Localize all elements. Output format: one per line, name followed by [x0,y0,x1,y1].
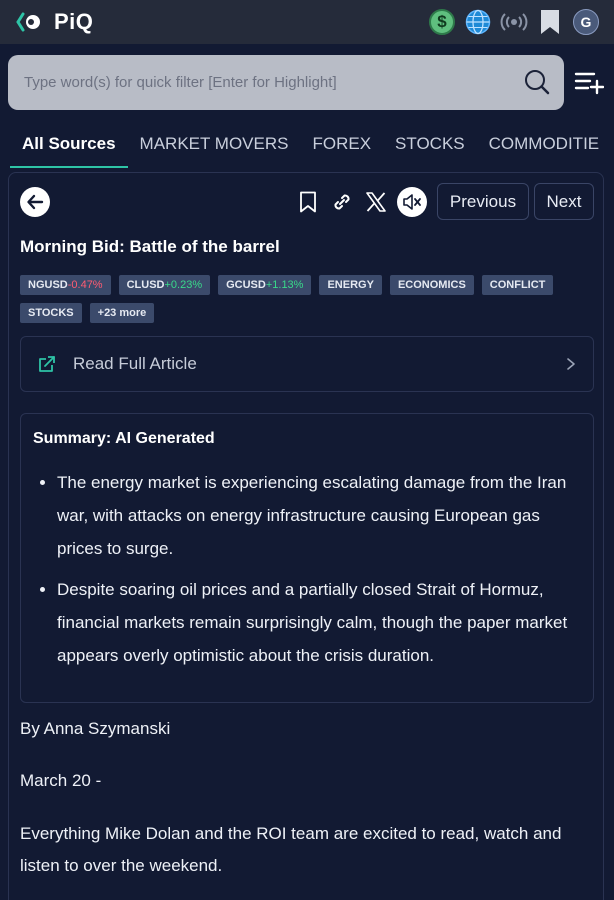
search-row [8,54,606,110]
logo-text: PiQ [54,9,94,34]
article-toolbar: Previous Next [19,183,595,223]
ticker-tag-gcusd[interactable]: GCUSD +1.13% [218,275,312,295]
summary-list: The energy market is experiencing escala… [33,466,581,672]
speaker-muted-icon [403,194,421,210]
search-icon[interactable] [524,69,550,95]
tag-economics[interactable]: ECONOMICS [389,275,474,295]
external-link-icon [39,356,55,372]
tab-all-sources[interactable]: All Sources [10,124,128,168]
article-title: Morning Bid: Battle of the barrel [20,237,280,256]
summary-bullet: Despite soaring oil prices and a partial… [57,573,581,672]
link-icon[interactable] [329,187,355,217]
globe-icon[interactable] [464,8,492,36]
bookmark-article-icon[interactable] [295,187,321,217]
bookmark-icon[interactable] [536,8,564,36]
more-tags-button[interactable]: +23 more [89,303,155,323]
ticker-tag-clusd[interactable]: CLUSD +0.23% [118,275,211,295]
app-logo[interactable]: PiQ [16,9,93,35]
tag-conflict[interactable]: CONFLICT [481,275,554,295]
tab-commodities[interactable]: COMMODITIE [477,124,612,168]
tag-list: NGUSD -0.47% CLUSD +0.23% GCUSD +1.13% ENER… [20,275,580,323]
next-button[interactable]: Next [534,183,594,220]
read-full-article-link[interactable]: Read Full Article [20,336,594,392]
ai-summary: Summary: AI Generated The energy market … [20,413,594,703]
tab-market-movers[interactable]: MARKET MOVERS [128,124,301,168]
broadcast-icon[interactable] [500,8,528,36]
chevron-right-icon [567,358,575,370]
ticker-tag-ngusd[interactable]: NGUSD -0.47% [20,275,111,295]
article-card: Previous Next Morning Bid: Battle of the… [8,172,604,900]
piq-logo-icon [16,12,40,32]
tag-stocks[interactable]: STOCKS [20,303,82,323]
search-input[interactable] [24,73,504,91]
tag-energy[interactable]: ENERGY [319,275,382,295]
article-byline: By Anna Szymanski [20,719,171,738]
arrow-left-icon [27,194,44,210]
previous-button[interactable]: Previous [437,183,529,220]
top-bar: PiQ $ G [0,0,614,44]
summary-bullet: The energy market is experiencing escala… [57,466,581,565]
avatar[interactable]: G [572,8,600,36]
tab-stocks[interactable]: STOCKS [383,124,477,168]
read-full-article-label: Read Full Article [73,354,197,373]
x-share-icon[interactable] [363,187,389,217]
dollar-icon[interactable]: $ [428,8,456,36]
source-tabs: All Sources MARKET MOVERS FOREX STOCKS C… [0,124,614,168]
article-dateline: March 20 - [20,771,102,790]
summary-title: Summary: AI Generated [33,430,215,447]
back-button[interactable] [20,187,50,217]
tab-forex[interactable]: FOREX [300,124,383,168]
article-paragraph: Everything Mike Dolan and the ROI team a… [20,824,562,875]
search-box [8,54,564,110]
mute-button[interactable] [397,187,427,217]
add-filter-icon[interactable] [574,67,604,97]
